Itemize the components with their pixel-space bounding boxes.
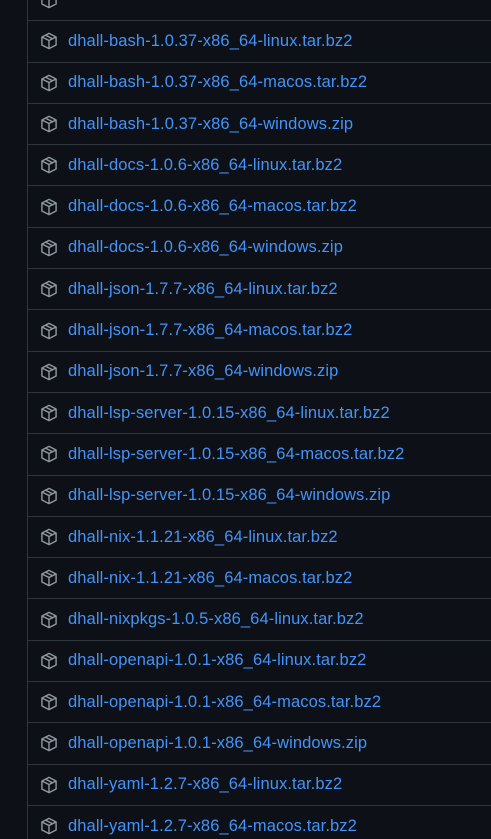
package-icon xyxy=(40,322,58,340)
asset-row: dhall-json-1.7.7-x86_64-macos.tar.bz2 xyxy=(28,310,491,352)
asset-row: dhall-nix-1.1.21-x86_64-linux.tar.bz2 xyxy=(28,517,491,559)
package-icon xyxy=(40,239,58,257)
asset-download-link[interactable]: dhall-bash-1.0.37-x86_64-linux.tar.bz2 xyxy=(68,32,352,51)
asset-row: dhall-nixpkgs-1.0.5-x86_64-linux.tar.bz2 xyxy=(28,599,491,641)
asset-list: dhall-bash-1.0.37-x86_64-linux.tar.bz2dh… xyxy=(27,0,491,839)
asset-row: dhall-openapi-1.0.1-x86_64-windows.zip xyxy=(28,723,491,765)
package-icon xyxy=(40,280,58,298)
asset-row: dhall-openapi-1.0.1-x86_64-macos.tar.bz2 xyxy=(28,682,491,724)
asset-download-link[interactable]: dhall-json-1.7.7-x86_64-windows.zip xyxy=(68,362,338,381)
asset-row: dhall-docs-1.0.6-x86_64-macos.tar.bz2 xyxy=(28,186,491,228)
asset-row: dhall-bash-1.0.37-x86_64-windows.zip xyxy=(28,104,491,146)
package-icon xyxy=(40,817,58,835)
asset-download-link[interactable]: dhall-docs-1.0.6-x86_64-windows.zip xyxy=(68,238,343,257)
asset-row: dhall-docs-1.0.6-x86_64-windows.zip xyxy=(28,228,491,270)
asset-download-link[interactable]: dhall-bash-1.0.37-x86_64-macos.tar.bz2 xyxy=(68,73,367,92)
asset-download-link[interactable]: dhall-openapi-1.0.1-x86_64-linux.tar.bz2 xyxy=(68,651,366,670)
asset-download-link[interactable]: dhall-lsp-server-1.0.15-x86_64-macos.tar… xyxy=(68,445,404,464)
asset-row: dhall-nix-1.1.21-x86_64-macos.tar.bz2 xyxy=(28,558,491,600)
package-icon xyxy=(40,363,58,381)
asset-download-link[interactable]: dhall-lsp-server-1.0.15-x86_64-windows.z… xyxy=(68,486,390,505)
asset-row: dhall-docs-1.0.6-x86_64-linux.tar.bz2 xyxy=(28,145,491,187)
asset-download-link[interactable]: dhall-json-1.7.7-x86_64-macos.tar.bz2 xyxy=(68,321,352,340)
asset-row: dhall-lsp-server-1.0.15-x86_64-windows.z… xyxy=(28,476,491,517)
package-icon xyxy=(40,74,58,92)
asset-row: dhall-lsp-server-1.0.15-x86_64-macos.tar… xyxy=(28,434,491,476)
package-icon xyxy=(40,156,58,174)
asset-download-link[interactable]: dhall-docs-1.0.6-x86_64-linux.tar.bz2 xyxy=(68,156,342,175)
package-icon xyxy=(40,693,58,711)
package-icon xyxy=(40,32,58,50)
asset-row: dhall-lsp-server-1.0.15-x86_64-linux.tar… xyxy=(28,393,491,435)
package-icon xyxy=(40,445,58,463)
package-icon xyxy=(40,611,58,629)
package-icon xyxy=(40,569,58,587)
package-icon xyxy=(40,652,58,670)
package-icon xyxy=(40,404,58,422)
asset-download-link[interactable]: dhall-nix-1.1.21-x86_64-macos.tar.bz2 xyxy=(68,569,352,588)
package-icon xyxy=(40,198,58,216)
asset-download-link[interactable]: dhall-bash-1.0.37-x86_64-windows.zip xyxy=(68,115,353,134)
asset-download-link[interactable]: dhall-openapi-1.0.1-x86_64-macos.tar.bz2 xyxy=(68,693,381,712)
asset-download-link[interactable]: dhall-nixpkgs-1.0.5-x86_64-linux.tar.bz2 xyxy=(68,610,364,629)
asset-download-link[interactable]: dhall-nix-1.1.21-x86_64-linux.tar.bz2 xyxy=(68,528,338,547)
package-icon xyxy=(40,734,58,752)
package-icon xyxy=(40,487,58,505)
asset-download-link[interactable]: dhall-openapi-1.0.1-x86_64-windows.zip xyxy=(68,734,367,753)
package-icon xyxy=(40,115,58,133)
asset-row: dhall-yaml-1.2.7-x86_64-macos.tar.bz2 xyxy=(28,806,491,839)
package-icon xyxy=(40,0,58,9)
asset-download-link[interactable]: dhall-lsp-server-1.0.15-x86_64-linux.tar… xyxy=(68,404,390,423)
asset-row: dhall-openapi-1.0.1-x86_64-linux.tar.bz2 xyxy=(28,641,491,683)
asset-row: dhall-bash-1.0.37-x86_64-linux.tar.bz2 xyxy=(28,21,491,63)
asset-download-link[interactable]: dhall-json-1.7.7-x86_64-linux.tar.bz2 xyxy=(68,280,338,299)
asset-download-link[interactable]: dhall-yaml-1.2.7-x86_64-linux.tar.bz2 xyxy=(68,775,342,794)
asset-download-link[interactable]: dhall-yaml-1.2.7-x86_64-macos.tar.bz2 xyxy=(68,817,357,836)
package-icon xyxy=(40,776,58,794)
asset-row: dhall-bash-1.0.37-x86_64-macos.tar.bz2 xyxy=(28,63,491,104)
asset-download-link[interactable]: dhall-docs-1.0.6-x86_64-macos.tar.bz2 xyxy=(68,197,357,216)
package-icon xyxy=(40,528,58,546)
asset-row: dhall-json-1.7.7-x86_64-linux.tar.bz2 xyxy=(28,269,491,311)
asset-row: dhall-yaml-1.2.7-x86_64-linux.tar.bz2 xyxy=(28,765,491,806)
asset-row: dhall-json-1.7.7-x86_64-windows.zip xyxy=(28,352,491,393)
asset-row xyxy=(28,0,491,22)
release-assets-page: dhall-bash-1.0.37-x86_64-linux.tar.bz2dh… xyxy=(0,0,491,839)
